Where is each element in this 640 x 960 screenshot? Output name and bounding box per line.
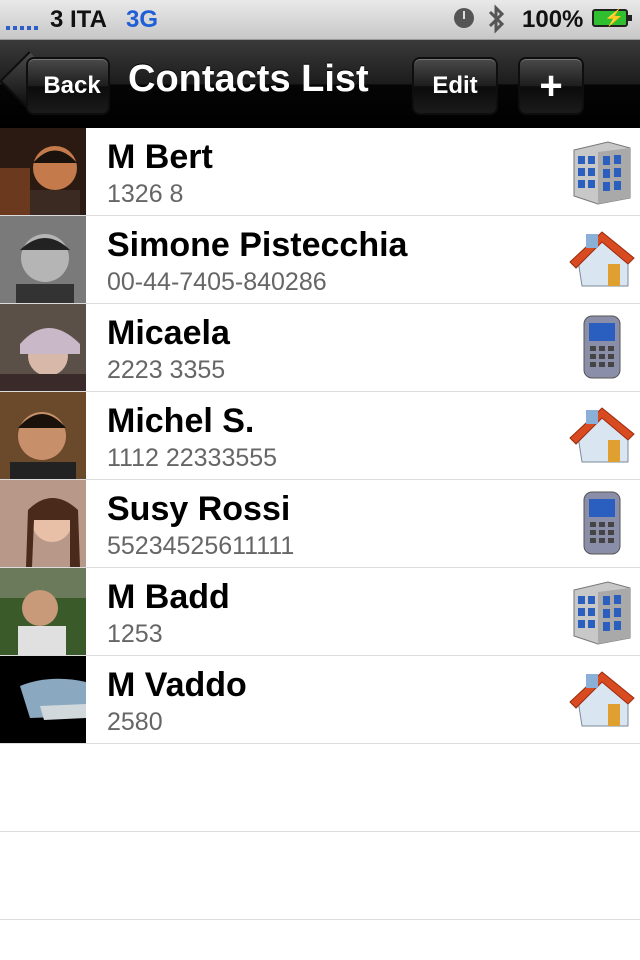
mobile-phone-icon: [583, 491, 621, 555]
contact-photo: [0, 656, 86, 743]
signal-strength-icon: [6, 8, 38, 30]
network-type: 3G: [126, 6, 159, 33]
contact-row[interactable]: M Badd 1253: [0, 568, 640, 656]
contact-row[interactable]: Simone Pistecchia 00-44-7405-840286: [0, 216, 640, 304]
contact-photo: [0, 128, 86, 215]
status-bar: 3 ITA 3G 100% ⚡: [0, 0, 640, 40]
edit-button-label: Edit: [432, 72, 478, 99]
contact-name: M Vaddo: [107, 666, 247, 704]
contact-photo: [0, 392, 86, 479]
bluetooth-icon: [488, 4, 505, 34]
battery-icon: ⚡: [592, 9, 632, 27]
mobile-phone-icon: [583, 315, 621, 379]
add-button-label: +: [539, 63, 563, 108]
contact-photo: [0, 480, 86, 567]
contact-phone: 2223 3355: [107, 356, 226, 384]
contact-photo: [0, 304, 86, 391]
alarm-clock-icon: [454, 8, 474, 28]
carrier-name: 3 ITA: [50, 6, 107, 33]
contact-name: Simone Pistecchia: [107, 226, 408, 264]
contact-name: M Badd: [107, 578, 230, 616]
contact-photo: [0, 216, 86, 303]
contact-photo: [0, 568, 86, 655]
home-icon: [569, 671, 635, 727]
contacts-list: M Bert 1326 8 Simone Pistecchia 00-44-74…: [0, 128, 640, 920]
contact-phone: 00-44-7405-840286: [107, 268, 327, 296]
page-title: Contacts List: [128, 58, 369, 100]
contact-name: M Bert: [107, 138, 213, 176]
navigation-bar: Back Contacts List Edit +: [0, 40, 640, 129]
contact-phone: 1253: [107, 620, 163, 648]
contact-phone: 2580: [107, 708, 163, 736]
contact-row[interactable]: Michel S. 1112 22333555: [0, 392, 640, 480]
home-icon: [569, 231, 635, 287]
contact-name: Micaela: [107, 314, 230, 352]
contact-row[interactable]: Susy Rossi 55234525611111: [0, 480, 640, 568]
back-button[interactable]: Back: [26, 57, 110, 115]
contact-phone: 55234525611111: [107, 532, 295, 560]
contact-phone: 1112 22333555: [107, 444, 278, 472]
office-building-icon: [573, 141, 631, 205]
edit-button[interactable]: Edit: [412, 57, 498, 115]
contact-row[interactable]: M Vaddo 2580: [0, 656, 640, 744]
contact-name: Michel S.: [107, 402, 255, 440]
contact-name: Susy Rossi: [107, 490, 291, 528]
add-contact-button[interactable]: +: [518, 57, 584, 115]
contact-row[interactable]: Micaela 2223 3355: [0, 304, 640, 392]
home-icon: [569, 407, 635, 463]
battery-percentage: 100%: [522, 6, 584, 33]
empty-row: [0, 832, 640, 920]
office-building-icon: [573, 581, 631, 645]
back-button-label: Back: [43, 72, 101, 99]
contact-row[interactable]: M Bert 1326 8: [0, 128, 640, 216]
contact-phone: 1326 8: [107, 180, 184, 208]
empty-row: [0, 744, 640, 832]
